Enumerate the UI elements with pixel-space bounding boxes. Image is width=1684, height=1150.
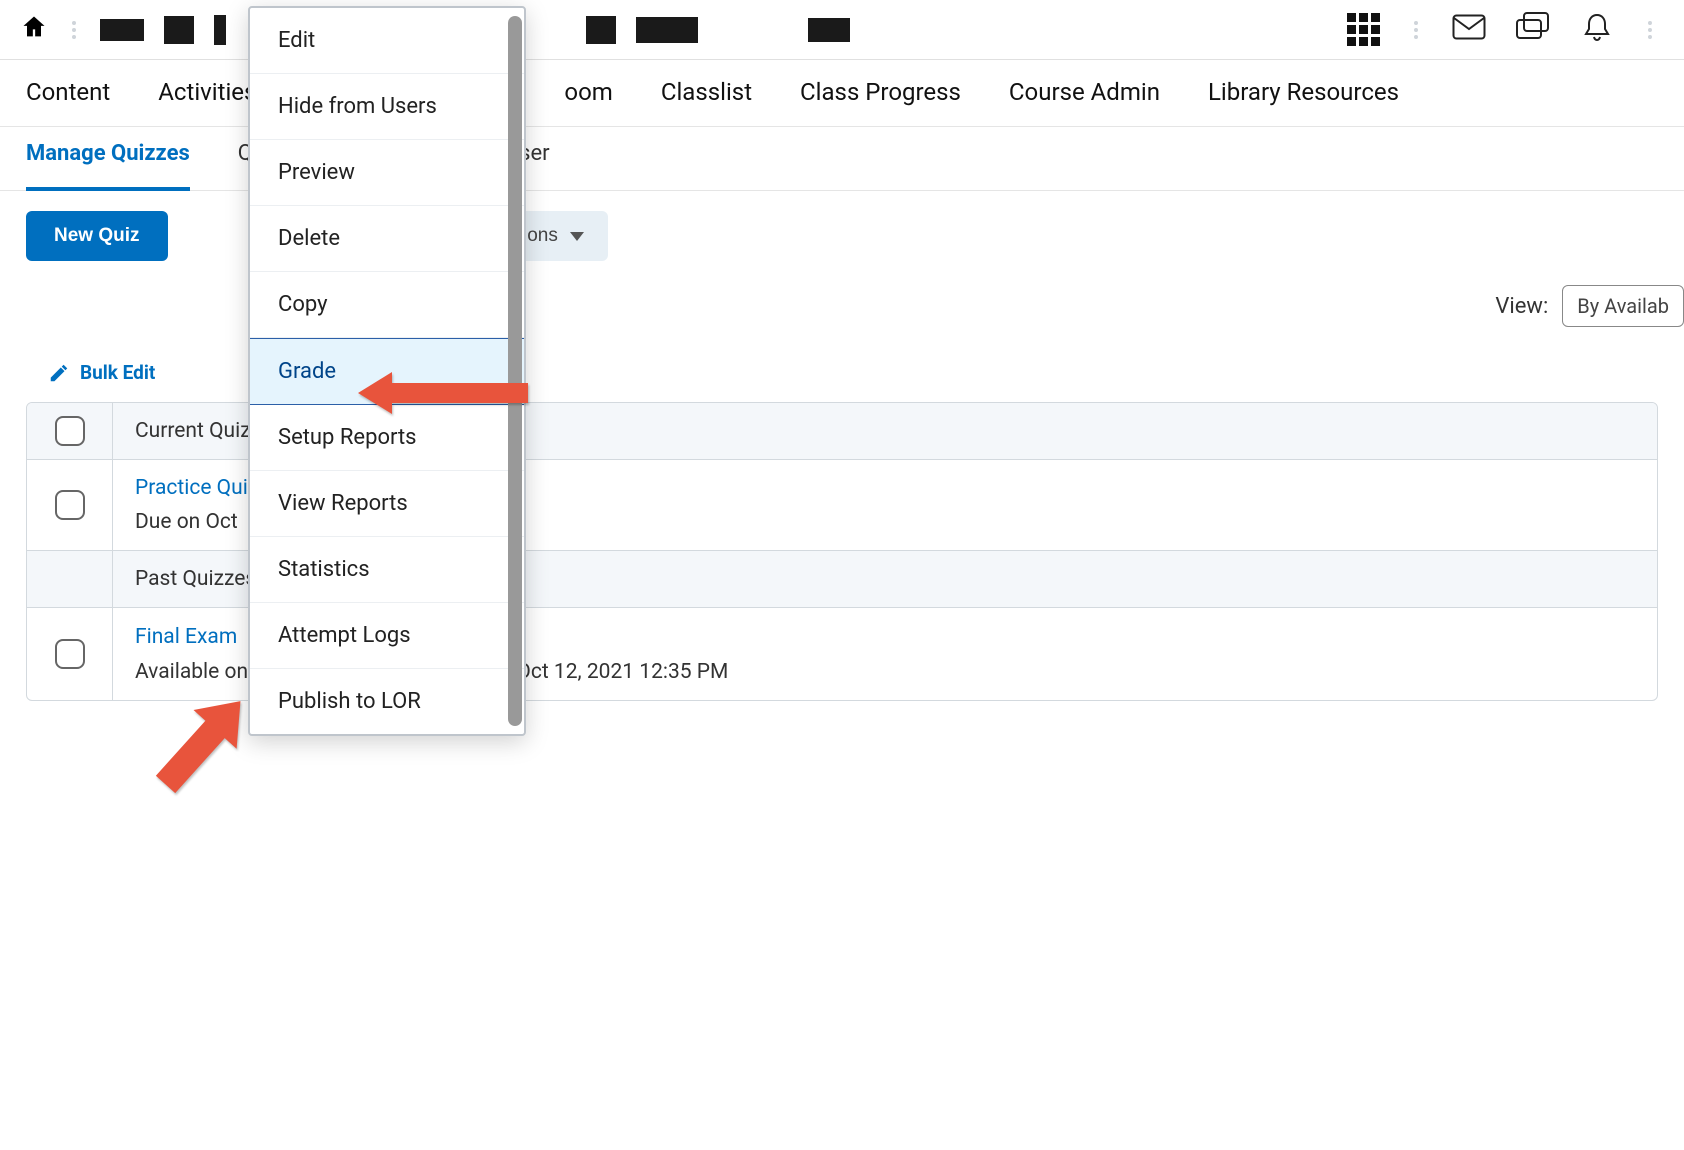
menu-item-edit[interactable]: Edit [250, 8, 524, 74]
chat-icon[interactable] [1516, 12, 1550, 47]
quiz-context-menu: Edit Hide from Users Preview Delete Copy… [248, 6, 526, 736]
menu-item-view-reports[interactable]: View Reports [250, 471, 524, 537]
menu-item-statistics[interactable]: Statistics [250, 537, 524, 603]
scrollbar[interactable] [508, 16, 522, 726]
menu-dots-icon[interactable] [1644, 19, 1656, 41]
nav-class-progress[interactable]: Class Progress [800, 78, 961, 106]
redacted [808, 18, 850, 42]
menu-dots-icon[interactable] [68, 19, 80, 41]
quiz-link-final[interactable]: Final Exam [135, 625, 237, 649]
bulk-edit-label: Bulk Edit [80, 361, 155, 384]
home-icon[interactable] [20, 13, 48, 46]
redacted [164, 16, 194, 44]
nav-library-resources[interactable]: Library Resources [1208, 78, 1399, 106]
nav-classlist[interactable]: Classlist [661, 78, 752, 106]
menu-item-grade[interactable]: Grade [250, 338, 524, 405]
menu-item-attempt-logs[interactable]: Attempt Logs [250, 603, 524, 669]
apps-grid-icon[interactable] [1347, 13, 1380, 46]
menu-item-publish-lor[interactable]: Publish to LOR [250, 669, 524, 734]
view-label: View: [1495, 294, 1548, 319]
menu-item-preview[interactable]: Preview [250, 140, 524, 206]
redacted [636, 17, 698, 43]
redacted [214, 15, 226, 45]
nav-activities[interactable]: Activities [158, 78, 256, 106]
menu-item-delete[interactable]: Delete [250, 206, 524, 272]
menu-dots-icon[interactable] [1410, 19, 1422, 41]
menu-item-setup-reports[interactable]: Setup Reports [250, 405, 524, 471]
menu-item-hide[interactable]: Hide from Users [250, 74, 524, 140]
chevron-down-icon [570, 232, 584, 241]
nav-course-admin[interactable]: Course Admin [1009, 78, 1160, 106]
row-checkbox[interactable] [55, 490, 85, 520]
row-checkbox[interactable] [55, 639, 85, 669]
mail-icon[interactable] [1452, 12, 1486, 47]
pencil-icon [48, 362, 70, 384]
menu-item-copy[interactable]: Copy [250, 272, 524, 338]
bell-icon[interactable] [1580, 12, 1614, 47]
tab-manage-quizzes[interactable]: Manage Quizzes [26, 141, 190, 191]
new-quiz-button[interactable]: New Quiz [26, 211, 168, 261]
redacted [586, 16, 616, 44]
quiz-link-practice[interactable]: Practice Quiz [135, 476, 258, 500]
nav-content[interactable]: Content [26, 78, 110, 106]
redacted [100, 19, 144, 41]
nav-zoom[interactable]: oom [564, 78, 612, 106]
select-all-checkbox[interactable] [55, 416, 85, 446]
view-select[interactable]: By Availab [1562, 285, 1684, 327]
